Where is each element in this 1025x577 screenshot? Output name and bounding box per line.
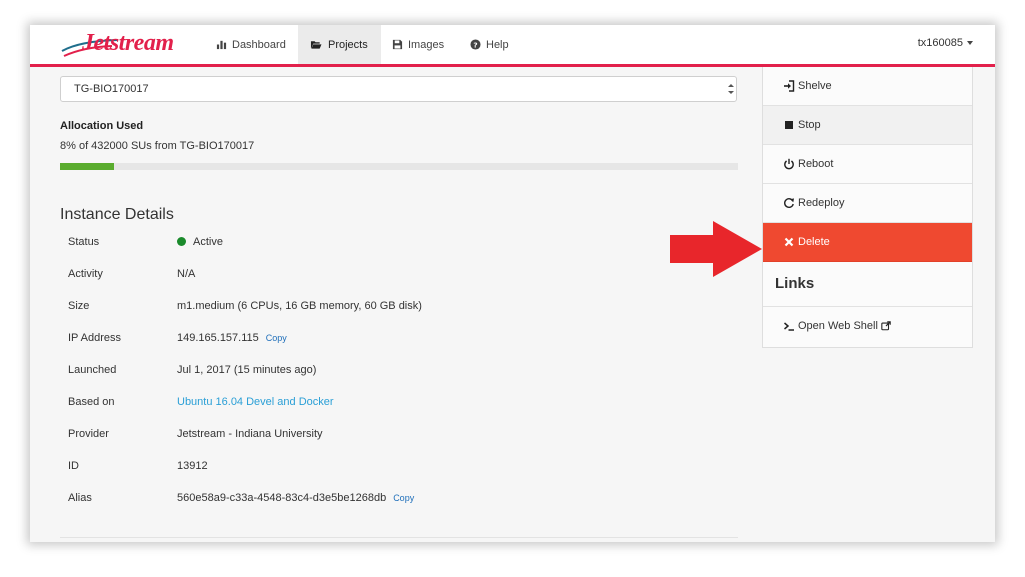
detail-row-ip-address: IP Address 149.165.157.115 Copy (68, 332, 728, 348)
nav-help[interactable]: ? Help (459, 25, 520, 64)
close-icon (784, 237, 794, 247)
redeploy-label: Redeploy (798, 197, 845, 209)
top-navbar: Jetstream Dashboard Projects Images ? He… (30, 25, 995, 67)
chevron-down-icon (967, 41, 973, 46)
detail-row-status: Status Active (68, 236, 728, 252)
detail-value: Jul 1, 2017 (15 minutes ago) (177, 364, 317, 376)
detail-row-based-on: Based on Ubuntu 16.04 Devel and Docker (68, 396, 728, 412)
annotation-arrow-icon (670, 221, 762, 277)
instance-details-title: Instance Details (60, 206, 174, 223)
detail-value: 560e58a9-c33a-4548-83c4-d3e5be1268db Copy (177, 492, 414, 504)
alias-value: 560e58a9-c33a-4548-83c4-d3e5be1268db (177, 492, 387, 504)
detail-label: Launched (68, 364, 117, 376)
logo-text: Jetstream (82, 30, 174, 56)
detail-label: Based on (68, 396, 115, 408)
question-circle-icon: ? (470, 39, 481, 50)
delete-button[interactable]: Delete (763, 223, 972, 262)
nav-help-label: Help (486, 38, 509, 51)
nav-projects-label: Projects (328, 38, 368, 51)
copy-alias-button[interactable]: Copy (393, 493, 414, 503)
reboot-button[interactable]: Reboot (763, 145, 972, 184)
allocation-progress-fill (60, 163, 115, 170)
detail-row-provider: Provider Jetstream - Indiana University (68, 428, 728, 444)
detail-label: Activity (68, 268, 103, 280)
floppy-disk-icon (392, 39, 403, 50)
detail-row-size: Size m1.medium (6 CPUs, 16 GB memory, 60… (68, 300, 728, 316)
bar-chart-icon (216, 40, 227, 50)
ip-address-value: 149.165.157.115 (177, 332, 259, 344)
refresh-icon (784, 198, 794, 208)
stop-icon (785, 121, 793, 129)
detail-value: m1.medium (6 CPUs, 16 GB memory, 60 GB d… (177, 300, 422, 312)
detail-value: Active (177, 236, 223, 248)
power-icon (784, 158, 794, 170)
detail-label: Size (68, 300, 90, 312)
image-link[interactable]: Ubuntu 16.04 Devel and Docker (177, 396, 334, 408)
stop-button[interactable]: Stop (763, 106, 972, 145)
shelve-button[interactable]: Shelve (763, 67, 972, 106)
detail-value: 149.165.157.115 Copy (177, 332, 287, 344)
shelve-label: Shelve (798, 80, 832, 92)
copy-ip-button[interactable]: Copy (266, 333, 287, 343)
sign-in-icon (784, 80, 795, 92)
allocation-text: 8% of 432000 SUs from TG-BIO170017 (60, 140, 255, 152)
detail-value: Jetstream - Indiana University (177, 428, 323, 440)
project-select-value: TG-BIO170017 (74, 83, 149, 95)
detail-label: ID (68, 460, 79, 472)
reboot-label: Reboot (798, 158, 834, 170)
nav-images-label: Images (408, 38, 445, 51)
open-web-shell-link[interactable]: Open Web Shell (763, 307, 972, 345)
nav-projects[interactable]: Projects (298, 25, 381, 64)
detail-label: Status (68, 236, 100, 248)
project-select[interactable]: TG-BIO170017 (60, 76, 737, 102)
allocation-title: Allocation Used (60, 120, 144, 132)
web-shell-label: Open Web Shell (798, 320, 878, 332)
status-text: Active (193, 236, 223, 248)
detail-label: Alias (68, 492, 92, 504)
actions-panel: Shelve Stop Reboot Redeploy Delete Links… (762, 67, 973, 348)
detail-row-activity: Activity N/A (68, 268, 728, 284)
detail-value: N/A (177, 268, 196, 280)
stop-label: Stop (798, 119, 821, 131)
nav-dashboard[interactable]: Dashboard (205, 25, 297, 64)
redeploy-button[interactable]: Redeploy (763, 184, 972, 223)
links-title: Links (775, 275, 815, 292)
detail-value: 13912 (177, 460, 208, 472)
detail-label: IP Address (68, 332, 121, 344)
nav-dashboard-label: Dashboard (232, 38, 286, 51)
detail-label: Provider (68, 428, 109, 440)
user-menu[interactable]: tx160085 (918, 25, 973, 61)
svg-text:?: ? (473, 40, 477, 49)
user-name: tx160085 (917, 37, 963, 49)
delete-label: Delete (798, 236, 830, 248)
detail-row-id: ID 13912 (68, 460, 728, 476)
divider (60, 537, 738, 538)
status-active-icon (177, 237, 186, 246)
nav-images[interactable]: Images (381, 25, 455, 64)
terminal-icon (784, 322, 794, 331)
jetstream-logo[interactable]: Jetstream (60, 29, 174, 61)
detail-row-launched: Launched Jul 1, 2017 (15 minutes ago) (68, 364, 728, 380)
app-window: Jetstream Dashboard Projects Images ? He… (30, 25, 995, 542)
allocation-progress-bar (60, 163, 738, 170)
external-link-icon (881, 321, 891, 331)
folder-open-icon (310, 41, 322, 49)
detail-row-alias: Alias 560e58a9-c33a-4548-83c4-d3e5be1268… (68, 492, 728, 508)
select-arrows-icon (728, 84, 734, 94)
